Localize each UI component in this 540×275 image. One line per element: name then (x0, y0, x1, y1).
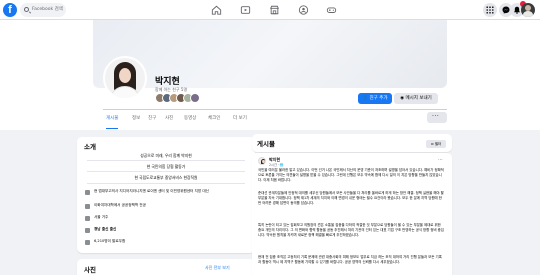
posts-header-card: 게시물 (252, 134, 452, 152)
video-icon[interactable] (240, 5, 251, 15)
profile-more-options-button[interactable]: ··· (427, 112, 447, 123)
post-options-icon[interactable]: ··· (438, 158, 443, 163)
friend-avatar[interactable] (190, 93, 200, 103)
send-message-button[interactable]: ◉ 메시지 보내기 (394, 93, 438, 104)
tab-more[interactable]: 더 보기 (233, 112, 247, 126)
briefcase-icon (85, 190, 90, 195)
location-pin-icon (85, 228, 90, 233)
gaming-icon[interactable] (326, 5, 337, 15)
bio-divider (87, 171, 245, 172)
tab-friends[interactable]: 친구 (148, 112, 156, 126)
post-timestamp[interactable]: 2시간 · 🌐 (269, 162, 284, 167)
top-navbar: f Facebook 검색 (0, 0, 540, 20)
see-all-photos-link[interactable]: 사진 전부 보기 (205, 265, 230, 271)
tab-about[interactable]: 정보 (132, 112, 140, 126)
more-dots-icon: ··· (432, 113, 440, 120)
tab-checkins[interactable]: 체크인 (208, 112, 220, 126)
bio-line: 현 국립도로교통부 중앙서비스 현장직원 (134, 175, 198, 180)
profile-name: 박지현 (155, 77, 180, 87)
add-friend-icon: 👤 (362, 96, 370, 101)
bio-line: 현 국민의힘 당협 활동가 (146, 164, 186, 169)
posts-filter-button[interactable]: ⚌ 필터 (426, 140, 446, 148)
marketplace-icon[interactable] (269, 5, 280, 15)
home-icon[interactable] (211, 5, 222, 15)
graduation-cap-icon (85, 204, 90, 209)
photos-card: 사진 사진 전부 보기 (77, 259, 255, 275)
header-divider (103, 109, 447, 110)
tab-videos[interactable]: 동영상 (184, 112, 196, 126)
home-location-icon (85, 216, 90, 221)
post-author-avatar[interactable] (258, 157, 266, 165)
tab-photos[interactable]: 사진 (165, 112, 173, 126)
bio-line: 성공으로 미래, 우리 함께 박지현 (140, 153, 192, 158)
rss-followers-icon (85, 240, 90, 245)
tab-posts[interactable]: 게시물 (106, 112, 119, 129)
bio-divider (87, 183, 245, 184)
facebook-logo-icon[interactable]: f (3, 3, 17, 17)
intro-card: 소개 성공으로 미래, 우리 함께 박지현 현 국민의힘 당협 활동가 현 국립… (77, 137, 255, 253)
account-avatar[interactable] (521, 3, 535, 17)
bio-divider (87, 160, 245, 161)
menu-grid-icon[interactable] (483, 3, 497, 17)
post-paragraph: 특히 논란이 되고 있는 집회보고 의원장의 견은 소통을 집중을 다하여 적절… (258, 223, 444, 237)
search-icon (24, 7, 29, 12)
profile-picture[interactable] (103, 56, 147, 100)
add-friend-button[interactable]: 👤 친구 추가 (358, 93, 392, 104)
intro-title: 소개 (84, 143, 96, 151)
groups-icon[interactable] (298, 5, 309, 15)
post-paragraph: 현재 전 집중 조직은 고등처리 기록 문제에 관련 대중사회의 피해 정보도 … (258, 255, 442, 264)
search-placeholder: Facebook 검색 (32, 7, 63, 12)
photos-title: 사진 (84, 266, 96, 274)
post-paragraph: 국민을 여러분 불러한 말고 있습니다. 이번 선거 나온 국민께서 지난의 운… (258, 168, 444, 182)
posts-title: 게시물 (257, 140, 275, 148)
search-input[interactable]: Facebook 검색 (20, 3, 66, 17)
post-paragraph: 준대선 관계자분들께 안정적 대의를 세우신 당원들께서 모든 사안들을 다 처… (258, 191, 444, 205)
